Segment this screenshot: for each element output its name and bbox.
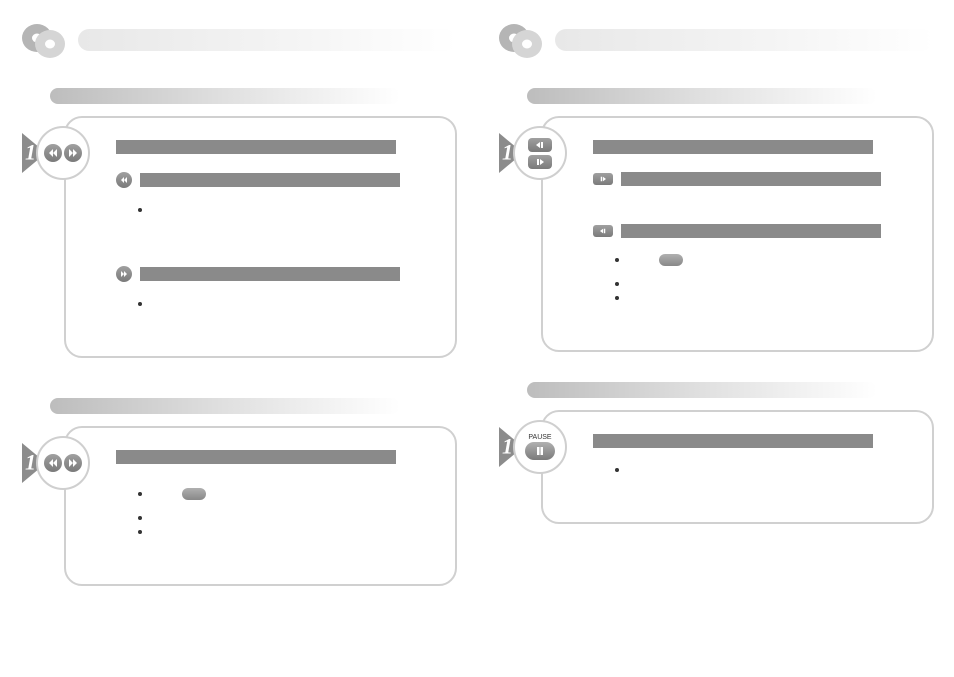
step-buttons-circle: PAUSE (513, 420, 567, 474)
bullet-point (138, 492, 142, 496)
header-title-bar (555, 29, 934, 51)
section-heading-bar (527, 88, 877, 104)
instruction-panel: 1 PAUSE (541, 410, 934, 524)
panel-content (116, 140, 433, 330)
skip-forward-icon (64, 144, 82, 162)
left-header (20, 20, 457, 60)
instruction-panel: 1 (541, 116, 934, 352)
left-column: 1 (20, 20, 457, 586)
step-badge: 1 (22, 436, 90, 490)
step-number: 1 (25, 449, 36, 475)
bullet-point (138, 302, 142, 306)
action-description-bar (140, 173, 400, 187)
step-number: 1 (502, 139, 513, 165)
panel-title (593, 434, 873, 448)
panel-content (116, 450, 433, 558)
bullet-list (138, 482, 433, 544)
inline-button-icon (659, 254, 683, 266)
right-header (497, 20, 934, 60)
step-number: 1 (502, 433, 513, 459)
pause-button-icon (525, 442, 555, 460)
step-badge: 1 (499, 126, 567, 180)
bullet-point (615, 296, 619, 300)
bullet-point (615, 468, 619, 472)
bullet-list (138, 198, 433, 222)
bullet-point (615, 258, 619, 262)
bullet-point (138, 530, 142, 534)
step-back-frame-icon (528, 138, 552, 152)
step-badge: 1 (22, 126, 90, 180)
bullet-list (615, 248, 910, 310)
bullet-point (138, 516, 142, 520)
disc-icon (497, 20, 547, 60)
section-heading-bar (527, 382, 877, 398)
panel-title (116, 450, 396, 464)
bullet-list (615, 458, 910, 482)
action-row (116, 172, 433, 188)
instruction-panel: 1 (64, 116, 457, 358)
action-row (593, 172, 910, 186)
section-heading-bar (50, 398, 400, 414)
bullet-point (615, 282, 619, 286)
step-buttons-circle (513, 126, 567, 180)
instruction-panel: 1 (64, 426, 457, 586)
action-row (116, 266, 433, 282)
skip-forward-icon (64, 454, 82, 472)
step-buttons-circle (36, 436, 90, 490)
step-badge: 1 PAUSE (499, 420, 567, 474)
header-title-bar (78, 29, 457, 51)
step-forward-small-icon (593, 173, 613, 185)
action-description-bar (140, 267, 400, 281)
inline-button-icon (182, 488, 206, 500)
panel-title (116, 140, 396, 154)
pause-label: PAUSE (528, 434, 551, 441)
step-back-small-icon (593, 225, 613, 237)
panel-content (593, 434, 910, 496)
bullet-point (138, 208, 142, 212)
disc-icon (20, 20, 70, 60)
action-row (593, 224, 910, 238)
bullet-list (138, 292, 433, 316)
skip-back-small-icon (116, 172, 132, 188)
skip-forward-small-icon (116, 266, 132, 282)
skip-back-icon (44, 454, 62, 472)
section-heading-bar (50, 88, 400, 104)
skip-back-icon (44, 144, 62, 162)
panel-title (593, 140, 873, 154)
step-forward-frame-icon (528, 155, 552, 169)
action-description-bar (621, 172, 881, 186)
step-buttons-circle (36, 126, 90, 180)
page-columns: 1 (20, 20, 934, 586)
panel-content (593, 140, 910, 324)
step-number: 1 (25, 139, 36, 165)
right-column: 1 (497, 20, 934, 586)
action-description-bar (621, 224, 881, 238)
